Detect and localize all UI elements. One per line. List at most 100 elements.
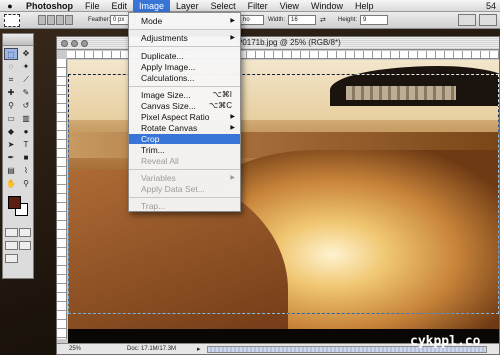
document-size-info: Doc: 17.1M/17.3M: [127, 346, 177, 352]
clone-stamp-tool-icon[interactable]: ⚲: [4, 100, 18, 112]
apple-icon[interactable]: ●: [0, 1, 20, 11]
feather-label: Feather:: [88, 17, 111, 23]
jump-to-group: [3, 252, 33, 265]
type-tool-icon[interactable]: T: [19, 139, 33, 151]
style-select[interactable]: ho: [240, 15, 264, 25]
menu-item-trim[interactable]: Trim...: [129, 145, 240, 155]
menu-item-mode[interactable]: Mode ▶: [129, 16, 240, 26]
quick-mask-mode-icon[interactable]: [18, 228, 31, 237]
menu-item-label: Rotate Canvas: [141, 123, 198, 133]
add-selection-icon[interactable]: [47, 15, 55, 25]
height-input[interactable]: 9: [360, 15, 388, 25]
lasso-tool-icon[interactable]: ◌: [4, 61, 18, 73]
marquee-tool-preset-icon[interactable]: [4, 14, 20, 27]
menu-item-duplicate[interactable]: Duplicate...: [129, 51, 240, 61]
menu-item-crop[interactable]: Crop: [129, 134, 240, 144]
menu-help[interactable]: Help: [349, 0, 380, 12]
menu-edit[interactable]: Edit: [106, 0, 134, 12]
menu-app-photoshop[interactable]: Photoshop: [20, 0, 79, 12]
watermark-text: cykppl.co: [410, 334, 481, 349]
menu-window[interactable]: Window: [305, 0, 349, 12]
dodge-tool-icon[interactable]: ●: [19, 126, 33, 138]
height-label: Height:: [338, 17, 358, 23]
width-input[interactable]: 16: [288, 15, 316, 25]
menu-item-trap: Trap...: [141, 201, 166, 211]
path-selection-tool-icon[interactable]: ➤: [4, 139, 18, 151]
file-browser-icon[interactable]: [479, 14, 497, 26]
menu-item-apply-data-set: Apply Data Set...: [141, 184, 205, 194]
standard-screen-mode-icon[interactable]: [5, 241, 18, 250]
healing-brush-tool-icon[interactable]: ✚: [4, 87, 18, 99]
menu-item-pixel-aspect-ratio[interactable]: Pixel Aspect Ratio ▶: [129, 112, 240, 122]
history-brush-tool-icon[interactable]: ↺: [19, 100, 33, 112]
menu-separator: [129, 169, 240, 170]
shape-tool-icon[interactable]: ■: [19, 152, 33, 164]
menu-item-label: Image Size...: [141, 90, 191, 100]
pen-tool-icon[interactable]: ✒: [4, 152, 18, 164]
menu-item-reveal-all: Reveal All: [141, 156, 179, 166]
menu-item-calculations[interactable]: Calculations...: [129, 73, 240, 83]
menubar-clock: 54: [485, 0, 496, 11]
menu-item-label: Canvas Size...: [141, 101, 196, 111]
menu-item-label: Adjustments: [141, 33, 188, 43]
new-selection-icon[interactable]: [38, 15, 46, 25]
menu-item-shortcut: ⌥⌘C: [209, 101, 232, 110]
menu-separator: [129, 29, 240, 30]
color-swatches: [5, 196, 31, 222]
zoom-level[interactable]: 25%: [69, 346, 81, 352]
menu-item-adjustments[interactable]: Adjustments ▶: [129, 33, 240, 43]
gradient-tool-icon[interactable]: ▥: [19, 113, 33, 125]
toolbox-header[interactable]: [3, 34, 33, 46]
menu-separator: [129, 86, 240, 87]
submenu-arrow-icon: ▶: [230, 125, 235, 131]
rectangular-marquee-tool-icon[interactable]: ⬚: [4, 48, 18, 60]
zoom-window-icon[interactable]: [81, 40, 88, 47]
jump-to-imageready-icon[interactable]: [5, 254, 18, 263]
swap-dimensions-icon[interactable]: ⇄: [320, 16, 326, 24]
crop-tool-icon[interactable]: ⌗: [4, 74, 18, 86]
menu-item-rotate-canvas[interactable]: Rotate Canvas ▶: [129, 123, 240, 133]
brush-tool-icon[interactable]: ✎: [19, 87, 33, 99]
document-title: P0171b.jpg @ 25% (RGB/8*): [237, 38, 341, 47]
tool-grid: ⬚ ✥ ◌ ✦ ⌗ ⟋ ✚ ✎ ⚲ ↺ ▭ ▥ ◆ ● ➤ T ✒ ■ ▤ ⌇ …: [3, 46, 33, 192]
menu-separator: [129, 46, 240, 47]
menu-layer[interactable]: Layer: [170, 0, 205, 12]
menu-item-apply-image[interactable]: Apply Image...: [129, 62, 240, 72]
menu-item-variables: Variables ▶: [129, 173, 240, 183]
magic-wand-tool-icon[interactable]: ✦: [19, 61, 33, 73]
menu-item-canvas-size[interactable]: Canvas Size... ⌥⌘C: [129, 101, 240, 111]
hand-tool-icon[interactable]: ✋: [4, 178, 18, 190]
menu-item-label: Variables: [141, 173, 176, 183]
subtract-selection-icon[interactable]: [56, 15, 64, 25]
menu-filter[interactable]: Filter: [242, 0, 274, 12]
minimize-window-icon[interactable]: [71, 40, 78, 47]
window-controls: [61, 40, 88, 47]
blur-tool-icon[interactable]: ◆: [4, 126, 18, 138]
screen-modes: [3, 239, 33, 252]
menu-item-label: Pixel Aspect Ratio: [141, 112, 210, 122]
vertical-ruler[interactable]: [57, 59, 67, 339]
eraser-tool-icon[interactable]: ▭: [4, 113, 18, 125]
menu-file[interactable]: File: [79, 0, 106, 12]
menu-view[interactable]: View: [274, 0, 305, 12]
menu-item-shortcut: ⌥⌘I: [212, 90, 232, 99]
options-bar: Feather: 0 px ho Width: 16 ⇄ Height: 9: [0, 12, 500, 29]
palette-well-icon[interactable]: [458, 14, 476, 26]
move-tool-icon[interactable]: ✥: [19, 48, 33, 60]
intersect-selection-icon[interactable]: [65, 15, 73, 25]
eyedropper-tool-icon[interactable]: ⌇: [19, 165, 33, 177]
notes-tool-icon[interactable]: ▤: [4, 165, 18, 177]
slice-tool-icon[interactable]: ⟋: [19, 74, 33, 86]
menu-select[interactable]: Select: [205, 0, 242, 12]
close-window-icon[interactable]: [61, 40, 68, 47]
standard-mode-icon[interactable]: [5, 228, 18, 237]
menu-image[interactable]: Image: [133, 0, 171, 12]
menu-item-image-size[interactable]: Image Size... ⌥⌘I: [129, 90, 240, 100]
status-menu-arrow-icon[interactable]: ▸: [197, 345, 201, 353]
document-window: P0171b.jpg @ 25% (RGB/8*) 25% Doc: 17.1M…: [56, 36, 500, 355]
image-menu-dropdown: Mode ▶ Adjustments ▶ Duplicate... Apply Im…: [128, 12, 241, 212]
zoom-tool-icon[interactable]: ⚲: [19, 178, 33, 190]
full-screen-menubar-mode-icon[interactable]: [18, 241, 31, 250]
foreground-color-swatch[interactable]: [8, 196, 21, 209]
document-titlebar[interactable]: P0171b.jpg @ 25% (RGB/8*): [57, 37, 499, 50]
